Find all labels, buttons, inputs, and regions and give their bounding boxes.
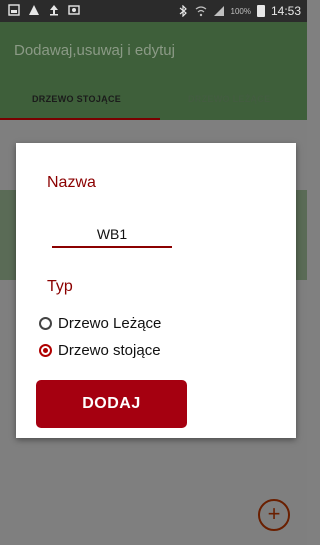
radio-label: Drzewo Leżące <box>58 315 162 332</box>
add-tree-dialog: Nazwa WB1 Typ Drzewo Leżące Drzewo stoją… <box>16 143 296 438</box>
app-title: Dodawaj,usuwaj i edytuj <box>14 42 175 59</box>
radio-drzewo-lezace[interactable]: Drzewo Leżące <box>39 315 161 332</box>
warning-icon <box>28 4 40 16</box>
radio-drzewo-stojace[interactable]: Drzewo stojące <box>39 342 161 359</box>
gallery-icon <box>8 4 20 16</box>
upload-icon <box>48 4 60 16</box>
status-bar: 100% 14:53 <box>0 0 307 22</box>
name-input[interactable]: WB1 <box>52 222 172 248</box>
radio-unchecked-icon[interactable] <box>39 317 52 330</box>
add-button[interactable]: DODAJ <box>36 380 187 428</box>
clock: 14:53 <box>270 4 301 18</box>
signal-icon <box>213 5 225 17</box>
add-circle-icon[interactable]: + <box>258 499 290 531</box>
type-label: Typ <box>47 278 73 295</box>
photo-icon <box>68 4 80 16</box>
tab-drzewo-stojace[interactable]: DRZEWO STOJĄCE <box>32 94 121 104</box>
battery-icon <box>256 5 265 17</box>
wifi-icon <box>195 5 207 17</box>
radio-label: Drzewo stojące <box>58 342 161 359</box>
battery-percent: 100% <box>230 6 251 16</box>
radio-checked-icon[interactable] <box>39 344 52 357</box>
app-bar: Dodawaj,usuwaj i edytuj DRZEWO STOJĄCE D… <box>0 22 307 120</box>
bluetooth-icon <box>177 4 189 18</box>
name-label: Nazwa <box>47 174 96 191</box>
tab-bar: DRZEWO STOJĄCE DRZEWO LEŻĄCE <box>0 88 307 120</box>
tab-drzewo-lezace[interactable]: DRZEWO LEŻĄCE <box>188 94 270 104</box>
